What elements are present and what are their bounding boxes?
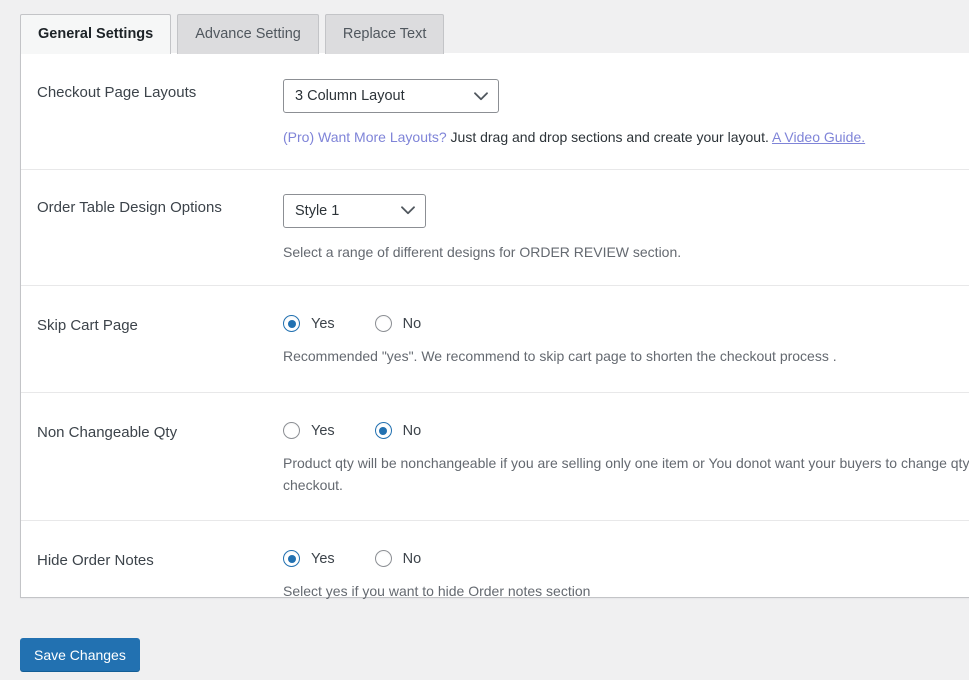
hide-order-notes-radio-yes-label: Yes [311, 551, 335, 567]
label-checkout-page-layouts: Checkout Page Layouts [21, 79, 283, 103]
chevron-down-icon [401, 195, 415, 227]
radio-selected-icon [283, 550, 300, 567]
desc-checkout-page-layouts: (Pro) Want More Layouts? Just drag and d… [283, 127, 969, 149]
radio-unselected-icon [375, 315, 392, 332]
desc-checkout-page-layouts-body: Just drag and drop sections and create y… [447, 129, 772, 145]
hide-order-notes-radio-no-label: No [403, 551, 422, 567]
field-checkout-page-layouts: 3 Column Layout (Pro) Want More Layouts?… [283, 79, 969, 149]
non-changeable-qty-radio-yes-label: Yes [311, 423, 335, 439]
field-skip-cart-page: Yes No Recommended "yes". We recommend t… [283, 312, 969, 368]
order-table-design-select[interactable]: Style 1 [283, 194, 426, 228]
label-non-changeable-qty: Non Changeable Qty [21, 419, 283, 443]
settings-rows: Checkout Page Layouts 3 Column Layout (P… [21, 53, 969, 627]
checkout-page-layout-select[interactable]: 3 Column Layout [283, 79, 499, 113]
label-order-table-design-options: Order Table Design Options [21, 194, 283, 218]
setting-row-skip-cart-page: Skip Cart Page Yes No Recommended "yes".… [21, 286, 969, 393]
field-hide-order-notes: Yes No Select yes if you want to hide Or… [283, 547, 969, 603]
label-skip-cart-page: Skip Cart Page [21, 312, 283, 336]
setting-row-order-table-design-options: Order Table Design Options Style 1 Selec… [21, 170, 969, 287]
tab-replace-text-label: Replace Text [343, 27, 427, 42]
save-changes-button-label: Save Changes [34, 648, 126, 662]
setting-row-checkout-page-layouts: Checkout Page Layouts 3 Column Layout (P… [21, 53, 969, 170]
setting-row-non-changeable-qty: Non Changeable Qty Yes No Product qty wi… [21, 393, 969, 521]
skip-cart-page-radio-yes[interactable]: Yes [283, 315, 335, 332]
skip-cart-page-radio-no[interactable]: No [375, 315, 422, 332]
desc-order-table-design-options: Select a range of different designs for … [283, 242, 969, 264]
chevron-down-icon [474, 80, 488, 112]
radio-unselected-icon [375, 550, 392, 567]
order-table-design-select-value: Style 1 [295, 203, 339, 219]
radio-selected-icon [375, 422, 392, 439]
desc-non-changeable-qty: Product qty will be nonchangeable if you… [283, 453, 969, 496]
setting-row-hide-order-notes: Hide Order Notes Yes No Select yes if yo… [21, 521, 969, 627]
field-non-changeable-qty: Yes No Product qty will be nonchangeable… [283, 419, 969, 496]
non-changeable-qty-radio-group: Yes No [283, 419, 969, 439]
non-changeable-qty-radio-yes[interactable]: Yes [283, 422, 335, 439]
tab-general-settings-label: General Settings [38, 27, 153, 42]
field-order-table-design-options: Style 1 Select a range of different desi… [283, 194, 969, 264]
tab-replace-text[interactable]: Replace Text [325, 14, 445, 54]
tab-advance-setting[interactable]: Advance Setting [177, 14, 319, 54]
hide-order-notes-radio-group: Yes No [283, 547, 969, 567]
desc-skip-cart-page: Recommended "yes". We recommend to skip … [283, 346, 969, 368]
non-changeable-qty-radio-no[interactable]: No [375, 422, 422, 439]
settings-panel: Checkout Page Layouts 3 Column Layout (P… [20, 53, 969, 598]
pro-upsell-link[interactable]: (Pro) Want More Layouts? [283, 129, 447, 145]
desc-hide-order-notes: Select yes if you want to hide Order not… [283, 581, 969, 603]
tab-general-settings[interactable]: General Settings [20, 14, 171, 54]
checkout-page-layout-select-value: 3 Column Layout [295, 88, 405, 104]
radio-selected-icon [283, 315, 300, 332]
label-hide-order-notes: Hide Order Notes [21, 547, 283, 571]
hide-order-notes-radio-no[interactable]: No [375, 550, 422, 567]
skip-cart-page-radio-group: Yes No [283, 312, 969, 332]
settings-tab-bar: General Settings Advance Setting Replace… [20, 14, 450, 54]
hide-order-notes-radio-yes[interactable]: Yes [283, 550, 335, 567]
radio-unselected-icon [283, 422, 300, 439]
video-guide-link[interactable]: A Video Guide. [772, 129, 865, 145]
skip-cart-page-radio-no-label: No [403, 316, 422, 332]
non-changeable-qty-radio-no-label: No [403, 423, 422, 439]
skip-cart-page-radio-yes-label: Yes [311, 316, 335, 332]
save-changes-button[interactable]: Save Changes [20, 638, 140, 671]
tab-advance-setting-label: Advance Setting [195, 27, 301, 42]
